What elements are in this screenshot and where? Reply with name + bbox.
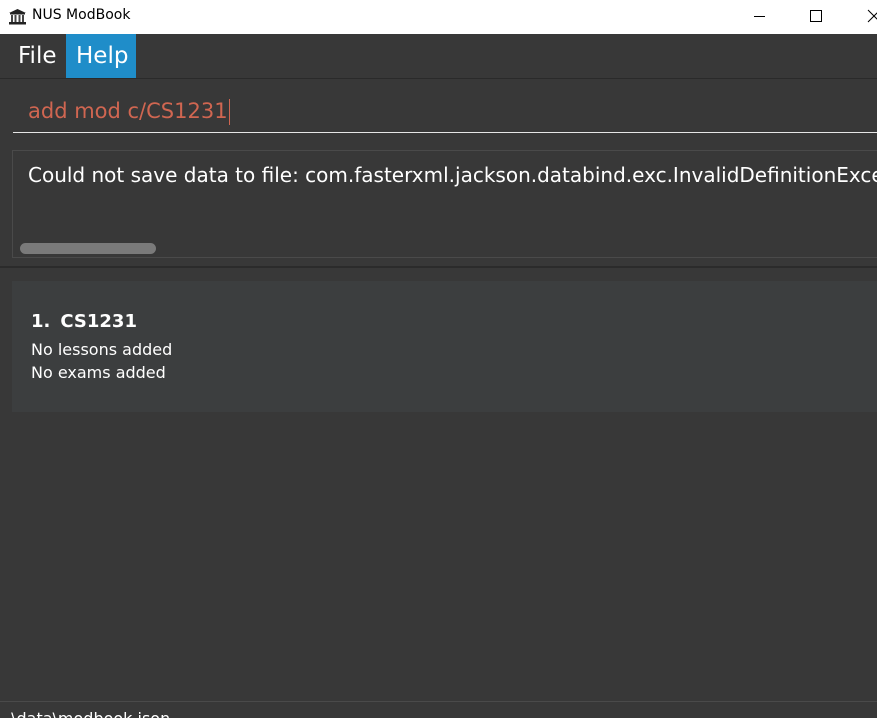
status-bar: .\data\modbook.json [0,701,877,718]
module-list: 1. CS1231 No lessons added No exams added [0,268,877,701]
module-code: CS1231 [60,311,137,332]
command-text: add mod c/CS1231 [28,99,228,123]
menu-help[interactable]: Help [66,34,136,78]
close-button[interactable] [850,0,877,34]
module-index: 1. [31,311,51,332]
bank-building-icon [9,9,26,25]
module-lessons: No lessons added [31,340,173,359]
text-caret [228,99,230,125]
maximize-button[interactable] [793,0,839,34]
command-box: add mod c/CS1231 [0,78,877,143]
horizontal-scrollbar[interactable] [20,243,156,254]
close-icon [867,9,877,23]
module-exams: No exams added [31,363,166,382]
menu-bar: File Help [0,34,877,78]
module-title: 1. CS1231 [31,311,137,332]
menu-file[interactable]: File [8,34,66,78]
title-bar: NUS ModBook [0,0,877,34]
window-title: NUS ModBook [32,7,131,23]
result-display[interactable]: Could not save data to file: com.fasterx… [12,150,877,258]
minimize-icon [754,16,765,17]
maximize-icon [810,10,822,22]
module-card[interactable]: 1. CS1231 No lessons added No exams added [12,281,877,412]
result-message: Could not save data to file: com.fasterx… [28,163,877,187]
command-input[interactable]: add mod c/CS1231 [13,89,877,133]
minimize-button[interactable] [737,0,783,34]
